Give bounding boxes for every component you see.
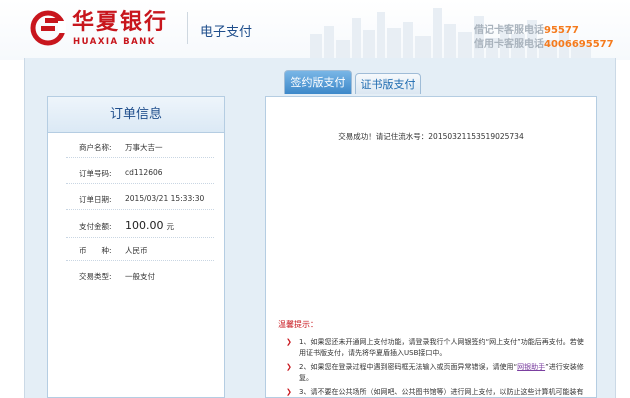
red-arrow-icon: ❯	[286, 338, 292, 346]
row-label: 订单日期:	[79, 195, 112, 204]
tip-item: ❯ 3、请不要在公共场所（如网吧、公共图书馆等）进行网上支付，以防止这些计算机可…	[286, 387, 586, 398]
city-skyline-decoration	[310, 8, 591, 60]
row-separator	[66, 260, 214, 261]
debit-card-hotline: 借记卡客服电话95577	[474, 21, 579, 36]
credit-hotline-number: 4006695577	[544, 39, 614, 50]
order-info-title: 订单信息	[48, 97, 224, 133]
netbank-assistant-link[interactable]: 网银助手	[517, 363, 545, 371]
row-label: 商户名称:	[79, 143, 112, 152]
red-arrow-icon: ❯	[286, 388, 292, 396]
payment-result-panel: 交易成功！请记住流水号：20150321153519025734 温馨提示： ❯…	[265, 96, 597, 398]
red-arrow-icon: ❯	[286, 363, 292, 371]
tip-text: 3、请不要在公共场所（如网吧、公共图书馆等）进行网上支付，以防止这些计算机可能装…	[299, 388, 584, 396]
row-label: 订单号码:	[79, 169, 112, 178]
transaction-success-message: 交易成功！请记住流水号：20150321153519025734	[338, 132, 524, 141]
payment-amount-unit: 元	[166, 222, 175, 231]
main-content-frame: 签约版支付 证书版支付 订单信息 商户名称: 万事大吉一 订单号码: cd112…	[24, 58, 616, 398]
tip-item: ❯ 1、如果您还未开通网上支付功能，请登录我行个人网银签约“网上支付”功能后再支…	[286, 337, 586, 359]
row-label: 支付金额:	[79, 222, 112, 231]
row-separator	[66, 237, 214, 238]
header-divider	[187, 12, 188, 44]
order-number-value: cd112606	[125, 168, 163, 177]
tip-text: 1、如果您还未开通网上支付功能，请登录我行个人网银签约“网上支付”功能后再支付。…	[299, 338, 584, 357]
row-separator	[66, 183, 214, 184]
order-info-panel: 订单信息 商户名称: 万事大吉一 订单号码: cd112606 订单日期: 20…	[47, 96, 225, 398]
row-label: 交易类型:	[79, 272, 112, 281]
row-label: 币 种:	[79, 246, 112, 255]
merchant-name-value: 万事大吉一	[125, 143, 163, 152]
payment-amount: 100.00 元	[125, 219, 174, 232]
payment-amount-value: 100.00	[125, 219, 164, 232]
currency-value: 人民币	[125, 246, 148, 255]
page-title: 电子支付	[200, 25, 253, 40]
bank-name-chinese: 华夏银行	[72, 10, 169, 35]
tab-contract-payment[interactable]: 签约版支付	[284, 70, 352, 94]
row-separator	[66, 157, 214, 158]
tips-title: 温馨提示：	[278, 320, 318, 329]
huaxia-bank-logo-icon	[30, 10, 66, 46]
transaction-type-value: 一般支付	[125, 272, 155, 281]
credit-card-hotline: 信用卡客服电话4006695577	[474, 35, 614, 50]
order-date-value: 2015/03/21 15:33:30	[125, 194, 205, 203]
tip-text: 2、如果您在登录过程中遇到密码框无法输入或页面异常错误，请使用“网银助手”进行安…	[286, 362, 586, 384]
credit-hotline-label: 信用卡客服电话	[474, 39, 544, 50]
row-separator	[66, 209, 214, 210]
tip-text-before: 2、如果您在登录过程中遇到密码框无法输入或页面异常错误，请使用“	[299, 363, 518, 371]
page-header: 华夏银行 HUAXIA BANK 电子支付 借记卡客服电话95577 信用卡客服…	[0, 0, 630, 60]
tip-item: ❯ 2、如果您在登录过程中遇到密码框无法输入或页面异常错误，请使用“网银助手”进…	[286, 362, 586, 384]
bank-name-english: HUAXIA BANK	[73, 37, 156, 47]
tab-certificate-payment[interactable]: 证书版支付	[355, 73, 421, 94]
